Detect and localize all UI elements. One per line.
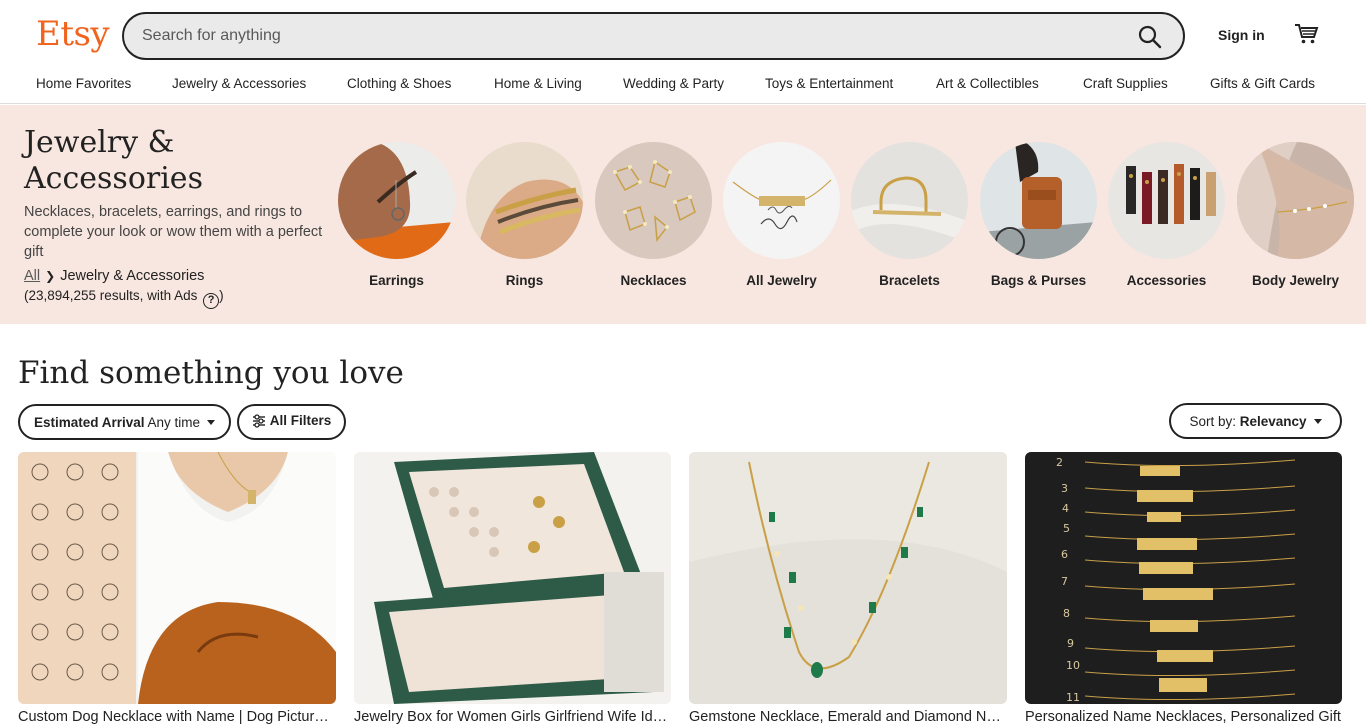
nav-item-clothing-shoes[interactable]: Clothing & Shoes xyxy=(347,76,451,91)
caret-down-icon xyxy=(1313,418,1322,424)
page-title: Jewelry & Accessories xyxy=(24,125,203,196)
listing-image[interactable] xyxy=(689,452,1007,704)
subcategory-rings[interactable]: Rings xyxy=(466,142,583,288)
subcategory-label: Bracelets xyxy=(879,273,940,288)
filters-icon xyxy=(252,414,266,431)
sort-dropdown[interactable]: Sort by: Relevancy xyxy=(1169,403,1342,439)
bracelets-image xyxy=(851,142,968,259)
cart-icon[interactable] xyxy=(1293,21,1319,47)
nav-item-jewelry-accessories[interactable]: Jewelry & Accessories xyxy=(172,76,306,91)
filter-value: Any time xyxy=(147,414,201,430)
earrings-image xyxy=(338,142,455,259)
breadcrumb-current: Jewelry & Accessories xyxy=(60,268,205,284)
sign-in-link[interactable]: Sign in xyxy=(1218,27,1265,43)
all-jewelry-image xyxy=(723,142,840,259)
breadcrumb: All ❯ Jewelry & Accessories xyxy=(24,268,204,284)
subcategory-all-jewelry[interactable]: All Jewelry xyxy=(723,142,840,288)
svg-text:8: 8 xyxy=(1063,607,1070,620)
accessories-image xyxy=(1108,142,1225,259)
results-count: (23,894,255 results, with Ads ?) xyxy=(24,288,224,309)
listing-card[interactable]: Custom Dog Necklace with Name | Dog Pict… xyxy=(18,452,336,725)
results-text: (23,894,255 results, with Ads xyxy=(24,288,198,303)
subcategory-label: Earrings xyxy=(369,273,424,288)
nav-item-gifts-gift-cards[interactable]: Gifts & Gift Cards xyxy=(1210,76,1315,91)
subcategory-necklaces[interactable]: Necklaces xyxy=(595,142,712,288)
subcategory-body-jewelry[interactable]: Body Jewelry xyxy=(1237,142,1354,288)
subcategory-bags-purses[interactable]: Bags & Purses xyxy=(980,142,1097,288)
breadcrumb-all-link[interactable]: All xyxy=(24,268,40,284)
nav-item-toys-entertainment[interactable]: Toys & Entertainment xyxy=(765,76,893,91)
subcategory-label: Necklaces xyxy=(620,273,687,288)
filter-label: Estimated Arrival xyxy=(33,414,145,430)
listing-image[interactable]: 2 3 4 5 6 7 8 9 10 11 xyxy=(1025,452,1342,704)
svg-text:3: 3 xyxy=(1061,482,1068,495)
search-bar[interactable] xyxy=(122,12,1185,60)
sort-label: Sort by: xyxy=(1189,413,1236,429)
subcategory-label: Bags & Purses xyxy=(990,273,1087,288)
listing-card[interactable]: 2 3 4 5 6 7 8 9 10 11 Personalized Name Necklac… xyxy=(1025,452,1342,725)
chevron-right-icon: ❯ xyxy=(45,269,56,283)
svg-text:10: 10 xyxy=(1066,659,1080,672)
necklaces-image xyxy=(595,142,712,259)
listing-card[interactable]: Gemstone Necklace, Emerald and Diamond N… xyxy=(689,452,1007,725)
svg-text:5: 5 xyxy=(1063,522,1070,535)
listing-title[interactable]: Personalized Name Necklaces, Personalize… xyxy=(1025,709,1342,725)
subcategory-accessories[interactable]: Accessories xyxy=(1108,142,1225,288)
svg-text:11: 11 xyxy=(1066,691,1080,704)
category-header: Jewelry & Accessories Necklaces, bracele… xyxy=(0,105,1366,324)
listing-title[interactable]: Jewelry Box for Women Girls Girlfriend W… xyxy=(354,709,671,725)
body-jewelry-image xyxy=(1237,142,1354,259)
help-icon[interactable]: ? xyxy=(203,293,220,309)
site-header: Etsy Sign in Home Favorites Jewelry & Ac… xyxy=(0,0,1366,104)
estimated-arrival-filter[interactable]: Estimated Arrival Any time xyxy=(18,404,231,440)
nav-item-wedding-party[interactable]: Wedding & Party xyxy=(623,76,724,91)
all-filters-button[interactable]: All Filters xyxy=(237,404,346,440)
caret-down-icon xyxy=(207,419,216,425)
search-input[interactable] xyxy=(142,24,1102,48)
listing-title[interactable]: Gemstone Necklace, Emerald and Diamond N… xyxy=(689,709,1007,725)
subcategory-label: Body Jewelry xyxy=(1251,273,1340,288)
subcategory-earrings[interactable]: Earrings xyxy=(338,142,455,288)
nav-item-art-collectibles[interactable]: Art & Collectibles xyxy=(936,76,1039,91)
section-headline: Find something you love xyxy=(18,355,404,391)
svg-text:4: 4 xyxy=(1062,502,1069,515)
nav-item-home-favorites[interactable]: Home Favorites xyxy=(36,76,131,91)
nav-item-home-living[interactable]: Home & Living xyxy=(494,76,582,91)
rings-image xyxy=(466,142,583,259)
all-filters-label: All Filters xyxy=(269,413,332,428)
sort-value: Relevancy xyxy=(1239,413,1307,429)
subcategory-label: Rings xyxy=(505,273,544,288)
listing-title[interactable]: Custom Dog Necklace with Name | Dog Pict… xyxy=(18,709,336,725)
svg-text:7: 7 xyxy=(1061,575,1068,588)
results-close-paren: ) xyxy=(219,288,224,303)
nav-item-craft-supplies[interactable]: Craft Supplies xyxy=(1083,76,1168,91)
svg-text:9: 9 xyxy=(1067,637,1074,650)
category-description: Necklaces, bracelets, earrings, and ring… xyxy=(24,204,323,260)
svg-text:6: 6 xyxy=(1061,548,1068,561)
category-nav: Home Favorites Jewelry & Accessories Clo… xyxy=(0,76,1366,96)
subcategory-bracelets[interactable]: Bracelets xyxy=(851,142,968,288)
listing-image[interactable] xyxy=(354,452,671,704)
subcategory-label: Accessories xyxy=(1126,273,1207,288)
listing-card[interactable]: Jewelry Box for Women Girls Girlfriend W… xyxy=(354,452,671,725)
subcategory-label: All Jewelry xyxy=(746,273,817,288)
search-icon[interactable] xyxy=(1137,24,1163,50)
listing-image[interactable] xyxy=(18,452,336,704)
etsy-logo[interactable]: Etsy xyxy=(36,14,110,54)
bags-purses-image xyxy=(980,142,1097,259)
svg-text:2: 2 xyxy=(1056,456,1063,469)
